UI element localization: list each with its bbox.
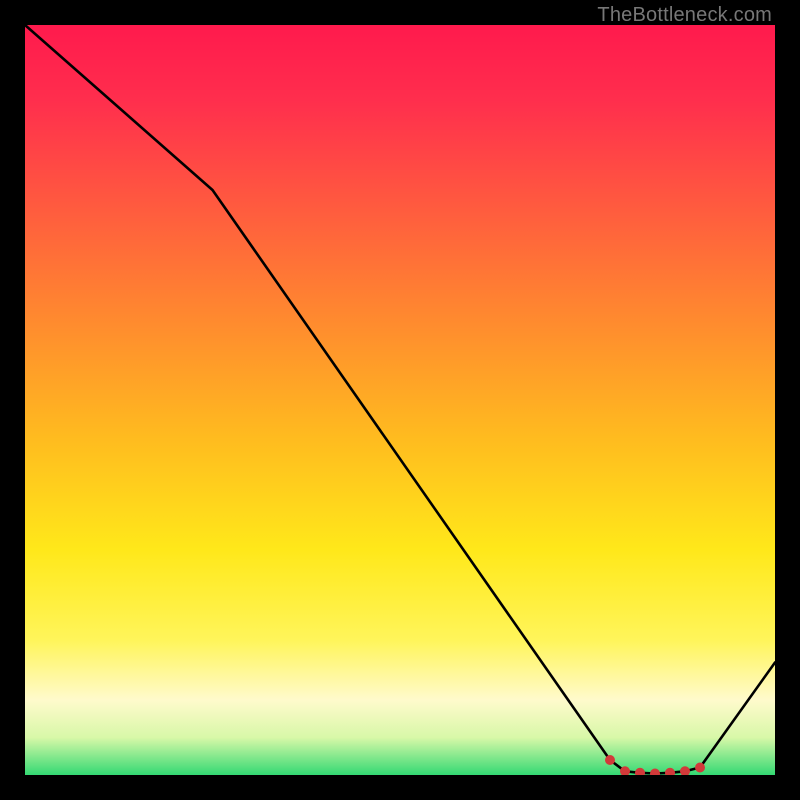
chart-marker — [680, 766, 690, 775]
chart-marker — [695, 763, 705, 773]
chart-plot-area — [25, 25, 775, 775]
chart-svg — [25, 25, 775, 775]
attribution-label: TheBottleneck.com — [597, 4, 772, 27]
chart-marker — [635, 768, 645, 775]
chart-marker — [605, 755, 615, 765]
chart-marker — [665, 768, 675, 775]
chart-marker — [650, 769, 660, 776]
chart-line — [25, 25, 775, 774]
chart-markers — [605, 755, 705, 775]
